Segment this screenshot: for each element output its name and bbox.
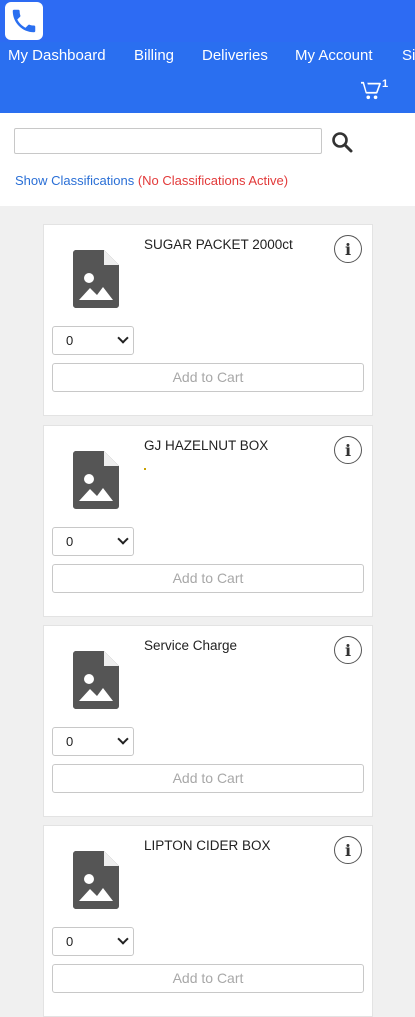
info-icon[interactable]: i <box>334 436 362 464</box>
decorative-dot <box>144 468 146 470</box>
show-classifications-link[interactable]: Show Classifications <box>15 173 134 188</box>
quantity-select[interactable]: 0 <box>52 727 134 756</box>
nav-more[interactable]: Si <box>402 47 415 64</box>
chevron-down-icon <box>117 733 129 745</box>
chevron-down-icon <box>117 332 129 344</box>
nav-deliveries[interactable]: Deliveries <box>202 47 268 64</box>
product-card: GJ HAZELNUT BOX i 0 Add to Cart <box>43 425 373 617</box>
product-card: Service Charge i 0 Add to Cart <box>43 625 373 817</box>
info-icon[interactable]: i <box>334 836 362 864</box>
top-header: My Dashboard Billing Deliveries My Accou… <box>0 0 415 113</box>
chevron-down-icon <box>117 533 129 545</box>
quantity-select[interactable]: 0 <box>52 927 134 956</box>
quantity-value: 0 <box>66 934 74 949</box>
info-icon[interactable]: i <box>334 636 362 664</box>
quantity-value: 0 <box>66 333 74 348</box>
search-icon <box>332 132 353 153</box>
classifications-status: (No Classifications Active) <box>137 173 289 188</box>
chevron-down-icon <box>117 933 129 945</box>
search-button[interactable] <box>330 130 354 154</box>
header-top-strip <box>0 0 415 42</box>
product-card: LIPTON CIDER BOX i 0 Add to Cart <box>43 825 373 1017</box>
search-area: Show Classifications (No Classifications… <box>0 113 415 206</box>
nav-billing[interactable]: Billing <box>134 47 174 64</box>
add-to-cart-button[interactable]: Add to Cart <box>52 964 364 993</box>
nav-my-account[interactable]: My Account <box>295 47 373 64</box>
image-placeholder-icon <box>73 451 119 509</box>
quantity-select[interactable]: 0 <box>52 527 134 556</box>
main-nav: My Dashboard Billing Deliveries My Accou… <box>0 42 415 70</box>
image-placeholder-icon <box>73 851 119 909</box>
quantity-select[interactable]: 0 <box>52 326 134 355</box>
product-name: Service Charge <box>144 638 238 653</box>
quantity-value: 0 <box>66 734 74 749</box>
cart-icon <box>361 81 381 100</box>
image-placeholder-icon <box>73 250 119 308</box>
classifications-row: Show Classifications (No Classifications… <box>15 173 288 188</box>
product-name: GJ HAZELNUT BOX <box>144 438 269 453</box>
product-card: SUGAR PACKET 2000ct i 0 Add to Cart <box>43 224 373 416</box>
phone-logo[interactable] <box>5 2 43 40</box>
info-icon[interactable]: i <box>334 235 362 263</box>
nav-my-dashboard[interactable]: My Dashboard <box>8 47 106 64</box>
add-to-cart-button[interactable]: Add to Cart <box>52 764 364 793</box>
search-input[interactable] <box>14 128 322 154</box>
cart-count-badge: 1 <box>382 78 389 90</box>
quantity-value: 0 <box>66 534 74 549</box>
add-to-cart-button[interactable]: Add to Cart <box>52 564 364 593</box>
add-to-cart-button[interactable]: Add to Cart <box>52 363 364 392</box>
image-placeholder-icon <box>73 651 119 709</box>
product-name: SUGAR PACKET 2000ct <box>144 237 293 252</box>
phone-icon <box>12 9 36 33</box>
cart-button[interactable]: 1 <box>360 78 394 104</box>
product-name: LIPTON CIDER BOX <box>144 838 271 853</box>
